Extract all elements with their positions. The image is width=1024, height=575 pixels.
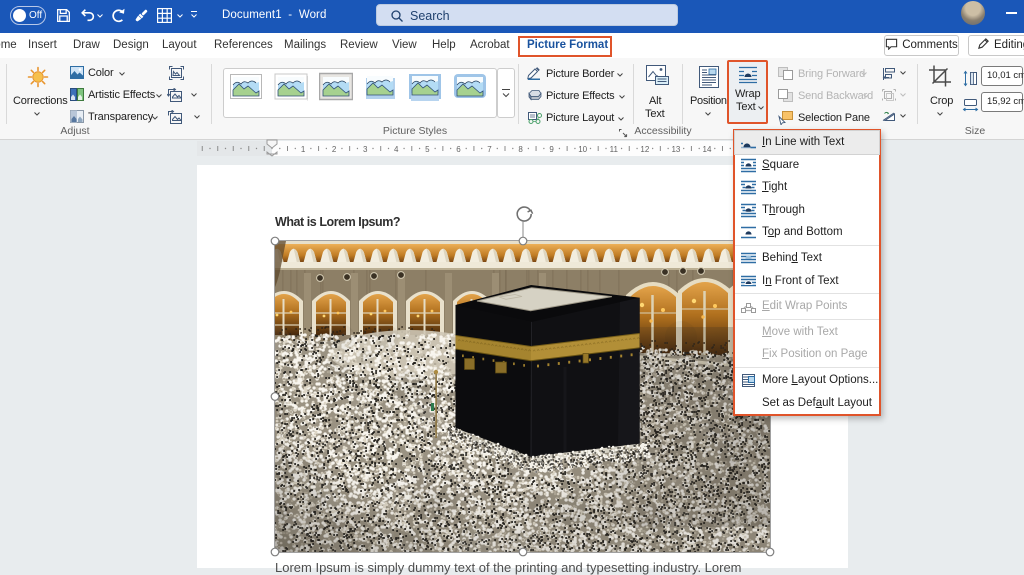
svg-text:1: 1: [301, 145, 306, 154]
svg-text:8: 8: [518, 145, 523, 154]
svg-text:13: 13: [671, 145, 680, 154]
svg-text:14: 14: [703, 145, 712, 154]
svg-text:10: 10: [578, 145, 587, 154]
svg-text:4: 4: [394, 145, 399, 154]
svg-text:5: 5: [425, 145, 430, 154]
svg-text:11: 11: [610, 145, 619, 154]
svg-text:12: 12: [640, 145, 649, 154]
svg-text:9: 9: [549, 145, 554, 154]
svg-text:2: 2: [332, 145, 337, 154]
svg-text:6: 6: [456, 145, 461, 154]
svg-text:3: 3: [363, 145, 368, 154]
svg-text:7: 7: [487, 145, 492, 154]
